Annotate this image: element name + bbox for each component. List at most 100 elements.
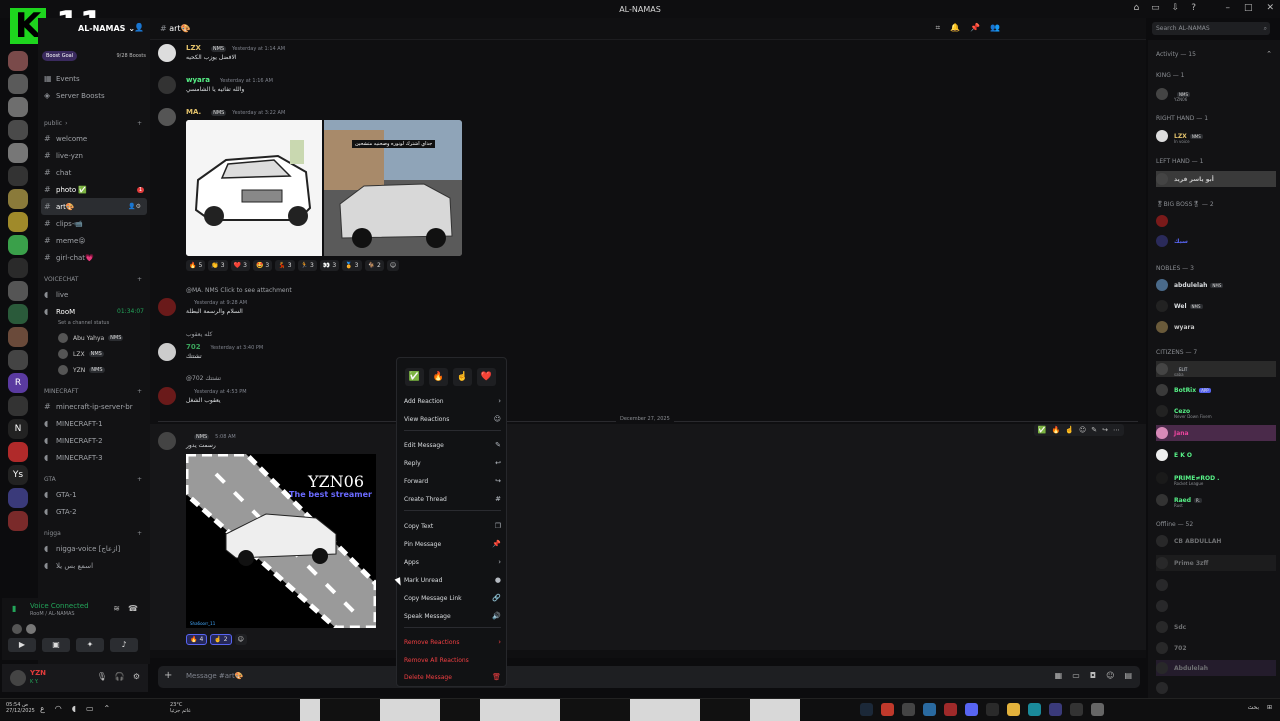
monitor-icon[interactable]: ▭ bbox=[1151, 3, 1160, 13]
voice-channel-minecraft-3[interactable]: ◖ MINECRAFT-3 bbox=[38, 449, 150, 466]
reaction-chip[interactable]: 🤩 3 bbox=[252, 260, 273, 271]
avatar[interactable] bbox=[158, 76, 176, 94]
add-user-icon[interactable]: 👤 bbox=[134, 23, 144, 32]
message-author[interactable]: 702 bbox=[186, 343, 201, 351]
server-icon[interactable] bbox=[8, 327, 28, 347]
message-author[interactable]: wyara bbox=[186, 76, 210, 84]
language-indicator[interactable]: ع bbox=[40, 704, 45, 713]
search-input[interactable]: Search AL-NAMAS ⌕ bbox=[1152, 22, 1270, 35]
settings-icon[interactable]: 👤⚙ bbox=[128, 203, 141, 210]
headphones-icon[interactable]: 🎧 bbox=[115, 672, 125, 681]
channel-clips[interactable]: # clips-📹 bbox=[38, 215, 150, 232]
avatar[interactable] bbox=[158, 343, 176, 361]
menu-reply[interactable]: Reply ↩ bbox=[404, 456, 501, 470]
member-item[interactable]: abdulelah NMS bbox=[1156, 277, 1276, 293]
maximize-icon[interactable]: □ bbox=[1244, 3, 1253, 13]
member-item[interactable] bbox=[1156, 598, 1276, 614]
battery-icon[interactable]: ▭ bbox=[86, 704, 94, 713]
member-item[interactable] bbox=[1156, 577, 1276, 593]
channel-live-yzn[interactable]: # live-yzn bbox=[38, 147, 150, 164]
channel-art[interactable]: # art🎨 👤⚙ bbox=[41, 198, 147, 215]
server-icon[interactable] bbox=[8, 189, 28, 209]
member-item[interactable]: E K O bbox=[1156, 447, 1276, 463]
voice-connected-subtitle[interactable]: RooM / AL-NAMAS bbox=[30, 611, 75, 617]
server-icon[interactable] bbox=[8, 511, 28, 531]
member-item[interactable]: Cezo Never Down Fivem bbox=[1156, 403, 1276, 419]
menu-pin-message[interactable]: Pin Message 📌 bbox=[404, 537, 501, 551]
menu-forward[interactable]: Forward ↪ bbox=[404, 474, 501, 488]
noise-suppression-icon[interactable]: ≋ bbox=[113, 604, 120, 613]
file-explorer-icon[interactable] bbox=[1007, 703, 1020, 716]
edge-icon[interactable] bbox=[1028, 703, 1041, 716]
volume-icon[interactable]: ◖ bbox=[72, 704, 76, 713]
activities-button[interactable]: ✦ bbox=[76, 638, 104, 652]
quick-reaction-button[interactable]: 🔥 bbox=[429, 368, 448, 386]
category-minecraft[interactable]: MINECRAFT + bbox=[38, 384, 150, 398]
member-item[interactable]: Wel NMS bbox=[1156, 298, 1276, 314]
member-item[interactable]: NMS YZN06 bbox=[1156, 86, 1276, 102]
menu-view-reactions[interactable]: View Reactions ☺ bbox=[404, 412, 501, 426]
quick-reaction-fire-icon[interactable]: 🔥 bbox=[1052, 426, 1061, 434]
taskbar-search[interactable]: بحث ⊞ bbox=[1248, 704, 1272, 711]
disconnect-icon[interactable]: ☎ bbox=[128, 604, 138, 613]
voice-channel-gta-1[interactable]: ◖ GTA-1 bbox=[38, 486, 150, 503]
server-icon[interactable] bbox=[8, 143, 28, 163]
download-icon[interactable]: ⇩ bbox=[1172, 3, 1180, 13]
member-item[interactable]: أبو ياسر فريد bbox=[1156, 171, 1276, 187]
server-icon[interactable] bbox=[8, 74, 28, 94]
close-icon[interactable]: ✕ bbox=[1266, 3, 1274, 13]
chevron-up-icon[interactable]: ⌃ bbox=[104, 704, 111, 713]
server-icon[interactable] bbox=[8, 51, 28, 71]
inbox-icon[interactable]: ⌂ bbox=[1133, 3, 1139, 13]
menu-mark-unread[interactable]: Mark Unread ● bbox=[404, 573, 501, 587]
message-author[interactable]: MA. bbox=[186, 108, 201, 116]
server-icon[interactable] bbox=[8, 120, 28, 140]
events-item[interactable]: ▦ Events bbox=[38, 70, 150, 87]
add-channel-icon[interactable]: + bbox=[137, 120, 142, 127]
reaction-chip[interactable]: 👀 3 bbox=[319, 260, 340, 271]
voice-user[interactable]: Abu Yahya NMS bbox=[38, 330, 150, 346]
add-channel-icon[interactable]: + bbox=[137, 530, 142, 537]
channel-welcome[interactable]: # welcome bbox=[38, 130, 150, 147]
reaction-chip[interactable]: 🏅 3 bbox=[342, 260, 362, 271]
bell-icon[interactable]: 🔔 bbox=[950, 23, 960, 33]
soundboard-button[interactable]: ♪ bbox=[110, 638, 138, 652]
windows-start-icon[interactable]: ⊞ bbox=[1267, 704, 1272, 711]
category-nigga[interactable]: nigga + bbox=[38, 526, 150, 540]
activity-header[interactable]: Activity — 15 bbox=[1156, 51, 1196, 58]
reaction-chip[interactable]: 🔥 4 bbox=[186, 634, 208, 645]
server-icon[interactable] bbox=[8, 281, 28, 301]
forward-icon[interactable]: ↪ bbox=[1102, 426, 1108, 434]
category-public[interactable]: public › + bbox=[38, 116, 150, 130]
edit-icon[interactable]: ✎ bbox=[1091, 426, 1097, 434]
attachment-image[interactable] bbox=[186, 120, 322, 256]
reaction-chip[interactable]: 🐐 2 bbox=[364, 260, 384, 271]
voice-connected-title[interactable]: Voice Connected bbox=[30, 602, 89, 610]
reaction-chip[interactable]: ❤️ 3 bbox=[230, 260, 250, 271]
quick-reaction-button[interactable]: ❤️ bbox=[477, 368, 496, 386]
member-item[interactable]: Sdc bbox=[1156, 619, 1276, 635]
member-item[interactable] bbox=[1156, 680, 1276, 696]
member-item[interactable] bbox=[1156, 213, 1276, 229]
app-icon[interactable] bbox=[986, 703, 999, 716]
menu-speak-message[interactable]: Speak Message 🔊 bbox=[404, 609, 501, 623]
server-icon[interactable] bbox=[8, 442, 28, 462]
apps-icon[interactable]: ▤ bbox=[1124, 671, 1132, 680]
member-item[interactable]: CB ABDULLAH bbox=[1156, 533, 1276, 549]
gif-icon[interactable]: ▭ bbox=[1072, 671, 1080, 680]
server-icon[interactable]: N bbox=[8, 419, 28, 439]
add-reaction-button[interactable]: ☺ bbox=[386, 260, 400, 271]
member-item[interactable]: wyara bbox=[1156, 319, 1276, 335]
reaction-chip[interactable]: 🏃 3 bbox=[297, 260, 317, 271]
member-item[interactable]: PRIME≠ROD . Rocket League bbox=[1156, 470, 1276, 486]
avatar[interactable] bbox=[158, 298, 176, 316]
server-icon[interactable] bbox=[8, 396, 28, 416]
menu-apps[interactable]: Apps › bbox=[404, 555, 501, 569]
voice-user[interactable]: YZN NMS bbox=[38, 362, 150, 378]
channel-meme[interactable]: # meme😝 bbox=[38, 232, 150, 249]
weather-widget[interactable]: 23°C غائم جزئيا bbox=[170, 702, 191, 714]
server-icon[interactable]: Ys bbox=[8, 465, 28, 485]
voice-channel-gta-2[interactable]: ◖ GTA-2 bbox=[38, 503, 150, 520]
store-icon[interactable] bbox=[1049, 703, 1062, 716]
attachment-image[interactable]: جداي اشترك لونوره وصحنيه متشحين bbox=[324, 120, 462, 256]
